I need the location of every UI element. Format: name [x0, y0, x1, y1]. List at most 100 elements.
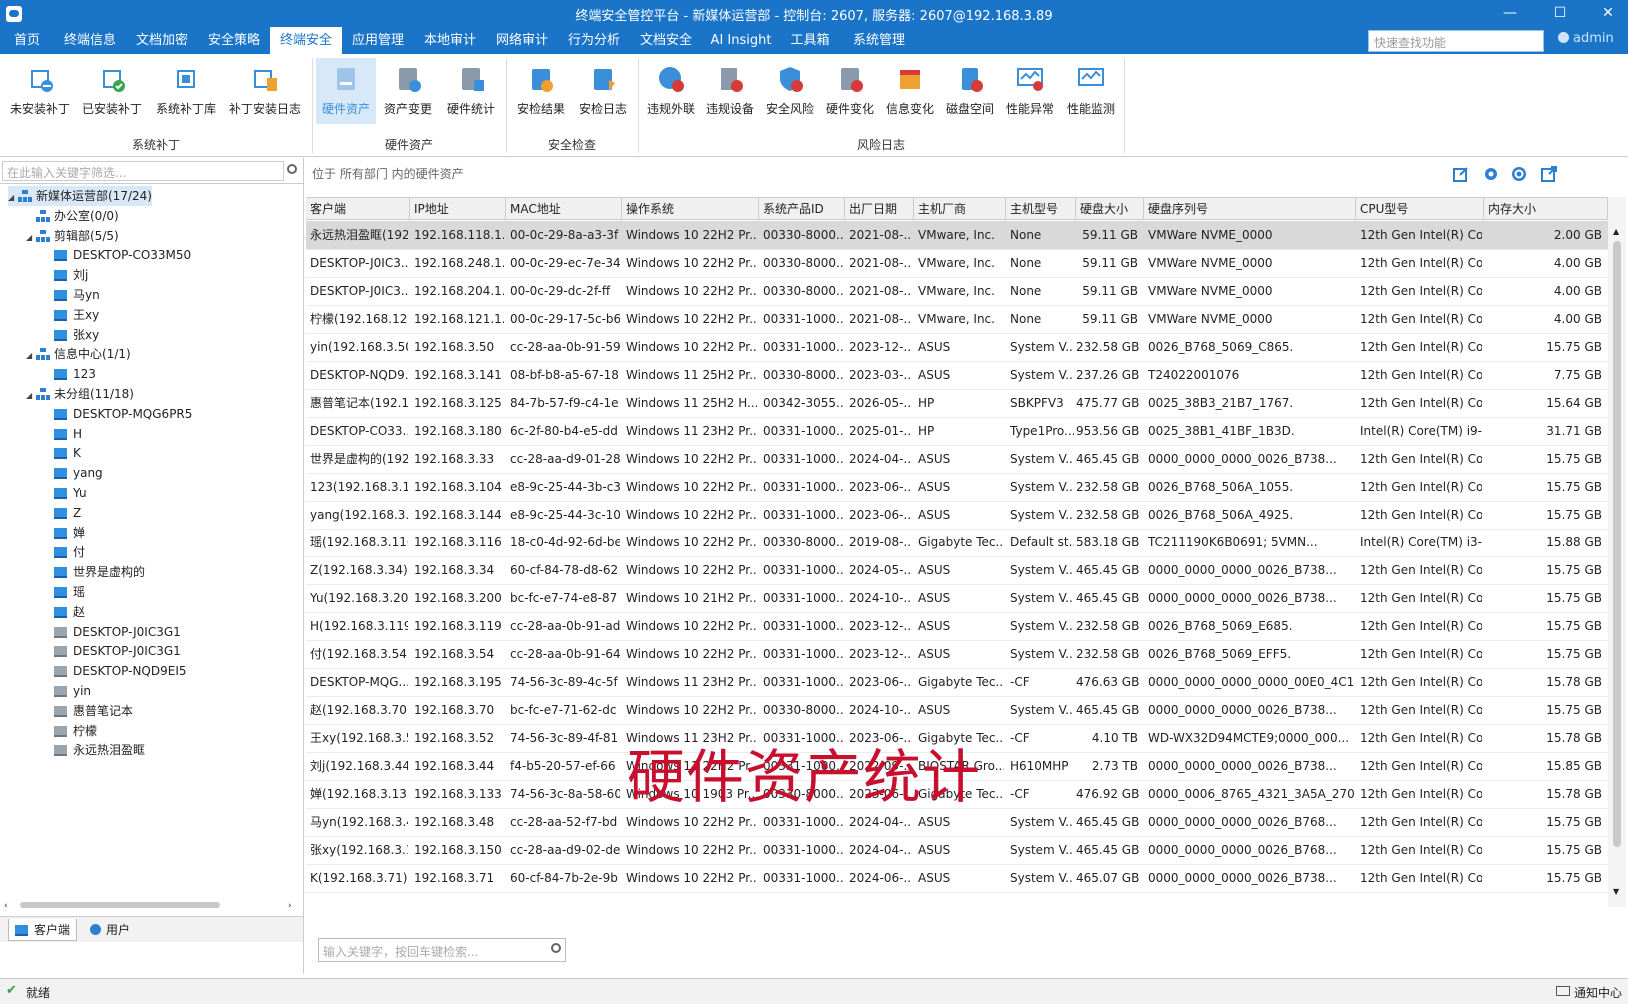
tree-node-client[interactable]: 刘j	[44, 265, 88, 285]
disk-space-button[interactable]: 磁盘空间	[940, 58, 1000, 124]
table-row[interactable]: DESKTOP-J0IC3... 192.168.248.1... 00-0c-29…	[306, 249, 1608, 278]
tree-node-client[interactable]: yin	[44, 681, 91, 701]
tree-node-client[interactable]: DESKTOP-NQD9EI5	[44, 661, 187, 681]
menu-home[interactable]: 首页	[0, 27, 54, 54]
notification-center[interactable]: 通知中心	[1574, 984, 1622, 1001]
minimize-button[interactable]: —	[1500, 4, 1520, 22]
menu-doc-encrypt[interactable]: 文档加密	[126, 27, 198, 54]
table-row[interactable]: 永远热泪盈眶(192... 192.168.118.1... 00-0c-29-8a…	[306, 221, 1608, 250]
search-icon[interactable]	[551, 943, 561, 953]
column-header[interactable]: 出厂日期	[845, 198, 914, 220]
column-header[interactable]: MAC地址	[506, 198, 622, 220]
table-row[interactable]: 付(192.168.3.54) 192.168.3.54 cc-28-aa-0b-9…	[306, 640, 1608, 670]
table-row[interactable]: H(192.168.3.119) 192.168.3.119 cc-28-aa-0b…	[306, 612, 1608, 642]
table-row[interactable]: 123(192.168.3.10... 192.168.3.104 e8-9c-25…	[306, 473, 1608, 502]
user-menu[interactable]: admin	[1558, 31, 1614, 46]
notification-icon[interactable]	[1556, 986, 1570, 996]
tree-node-department[interactable]: ◢ 剪辑部(5/5)	[26, 226, 119, 246]
tree-node-client[interactable]: Z	[44, 503, 81, 523]
table-row[interactable]: DESKTOP-CO33... 192.168.3.180 6c-2f-80-b4-…	[306, 417, 1608, 446]
tab-clients[interactable]: 客户端	[8, 919, 78, 941]
tree-node-client[interactable]: 123	[44, 364, 96, 384]
tree-node-client[interactable]: Yu	[44, 483, 87, 503]
tree-node-department[interactable]: 办公室(0/0)	[26, 206, 119, 226]
column-header[interactable]: 硬盘大小	[1076, 198, 1144, 220]
scroll-thumb[interactable]	[1613, 241, 1621, 847]
expand-toggle-icon[interactable]: ◢	[8, 188, 18, 208]
perf-abnormal-button[interactable]: 性能异常	[1000, 58, 1060, 124]
table-row[interactable]: 惠普笔记本(192.1... 192.168.3.125 84-7b-57-f9-c…	[306, 389, 1608, 418]
tree-node-client[interactable]: H	[44, 424, 82, 444]
menu-network-audit[interactable]: 网络审计	[486, 27, 558, 54]
expand-toggle-icon[interactable]: ◢	[26, 228, 36, 248]
close-button[interactable]: ✕	[1598, 4, 1618, 22]
tree-node-client[interactable]: 赵	[44, 602, 85, 622]
tree-node-client[interactable]: DESKTOP-MQG6PR5	[44, 404, 192, 424]
menu-terminal-info[interactable]: 终端信息	[54, 27, 126, 54]
tree-node-department[interactable]: ◢ 信息中心(1/1)	[26, 344, 131, 364]
expand-toggle-icon[interactable]: ◢	[26, 346, 36, 366]
tree-node-client[interactable]: DESKTOP-J0IC3G1	[44, 641, 181, 661]
table-search-input[interactable]: 输入关键字，按回车键检索...	[318, 938, 566, 962]
menu-doc-security[interactable]: 文档安全	[630, 27, 702, 54]
column-header[interactable]: 主机型号	[1006, 198, 1076, 220]
tree-node-client[interactable]: 付	[44, 542, 85, 562]
asset-change-button[interactable]: 资产变更	[378, 58, 438, 124]
expand-toggle-icon[interactable]: ◢	[26, 386, 36, 406]
tree-node-client[interactable]: 张xy	[44, 325, 99, 345]
tree-node-client[interactable]: 永远热泪盈眶	[44, 740, 145, 760]
table-row[interactable]: 赵(192.168.3.70) 192.168.3.70 bc-fc-e7-71-6…	[306, 696, 1608, 726]
table-row[interactable]: DESKTOP-J0IC3... 192.168.204.1... 00-0c-29…	[306, 277, 1608, 306]
security-risk-button[interactable]: 安全风险	[760, 58, 820, 124]
column-header[interactable]: 主机厂商	[914, 198, 1006, 220]
table-row[interactable]: yin(192.168.3.50) 192.168.3.50 cc-28-aa-0b…	[306, 333, 1608, 362]
search-icon[interactable]	[287, 164, 297, 174]
menu-terminal-security[interactable]: 终端安全	[270, 27, 342, 54]
illegal-device-button[interactable]: 违规设备	[700, 58, 760, 124]
maximize-button[interactable]: ☐	[1550, 4, 1570, 22]
tree-filter-input[interactable]: 在此输入关键字筛选...	[2, 161, 284, 181]
tree-node-client[interactable]: DESKTOP-J0IC3G1	[44, 622, 181, 642]
tree-node-client[interactable]: 婵	[44, 523, 85, 543]
column-header[interactable]: 系统产品ID	[759, 198, 845, 220]
patch-log-button[interactable]: 补丁安装日志	[224, 58, 306, 124]
unpatched-button[interactable]: 未安装补丁	[4, 58, 76, 124]
table-row[interactable]: Yu(192.168.3.200) 192.168.3.200 bc-fc-e7-7…	[306, 584, 1608, 614]
menu-ai-insight[interactable]: AI Insight	[702, 27, 780, 54]
tree-node-department[interactable]: ◢ 新媒体运营部(17/24)	[8, 186, 152, 206]
column-header[interactable]: 客户端	[306, 198, 410, 220]
table-row[interactable]: 世界是虚构的(192... 192.168.3.33 cc-28-aa-d9-01-…	[306, 445, 1608, 474]
tree-node-client[interactable]: 瑶	[44, 582, 85, 602]
table-row[interactable]: K(192.168.3.71) 192.168.3.71 60-cf-84-7b-2…	[306, 864, 1608, 893]
table-row[interactable]: 张xy(192.168.3.1... 192.168.3.150 cc-28-aa-…	[306, 836, 1608, 865]
tree-node-client[interactable]: 惠普笔记本	[44, 701, 133, 721]
table-row[interactable]: DESKTOP-MQG... 192.168.3.195 74-56-3c-89-4…	[306, 668, 1608, 698]
hardware-stats-button[interactable]: 硬件统计	[440, 58, 502, 124]
menu-security-policy[interactable]: 安全策略	[198, 27, 270, 54]
table-row[interactable]: Z(192.168.3.34) 192.168.3.34 60-cf-84-78-d…	[306, 556, 1608, 586]
tab-users[interactable]: 用户	[84, 919, 136, 941]
hardware-assets-button[interactable]: 硬件资产	[316, 58, 376, 124]
tree-node-client[interactable]: yang	[44, 463, 103, 483]
export-icon[interactable]	[1540, 165, 1558, 183]
table-row[interactable]: 柠檬(192.168.121... 192.168.121.1... 00-0c-2…	[306, 305, 1608, 334]
scroll-up-icon[interactable]: ▲	[1613, 227, 1619, 236]
table-row[interactable]: yang(192.168.3.1... 192.168.3.144 e8-9c-25…	[306, 501, 1608, 530]
tree-node-client[interactable]: DESKTOP-CO33M50	[44, 245, 191, 265]
column-header[interactable]: 内存大小	[1484, 198, 1608, 220]
check-log-button[interactable]: 安检日志	[572, 58, 634, 124]
column-header[interactable]: CPU型号	[1356, 198, 1484, 220]
perf-monitor-button[interactable]: 性能监测	[1060, 58, 1122, 124]
tree-hscrollbar[interactable]: ‹ ›	[2, 898, 298, 912]
hardware-change-button[interactable]: 硬件变化	[820, 58, 880, 124]
tree-node-department[interactable]: ◢ 未分组(11/18)	[26, 384, 134, 404]
menu-behavior[interactable]: 行为分析	[558, 27, 630, 54]
tree-node-client[interactable]: 柠檬	[44, 721, 97, 741]
column-header[interactable]: IP地址	[410, 198, 506, 220]
scroll-down-icon[interactable]: ▼	[1613, 887, 1619, 896]
menu-toolbox[interactable]: 工具箱	[780, 27, 840, 54]
illegal-outreach-button[interactable]: 违规外联	[642, 58, 700, 124]
patched-button[interactable]: 已安装补丁	[76, 58, 148, 124]
table-vscrollbar[interactable]: ▲ ▼	[1608, 197, 1626, 907]
info-change-button[interactable]: 信息变化	[880, 58, 940, 124]
